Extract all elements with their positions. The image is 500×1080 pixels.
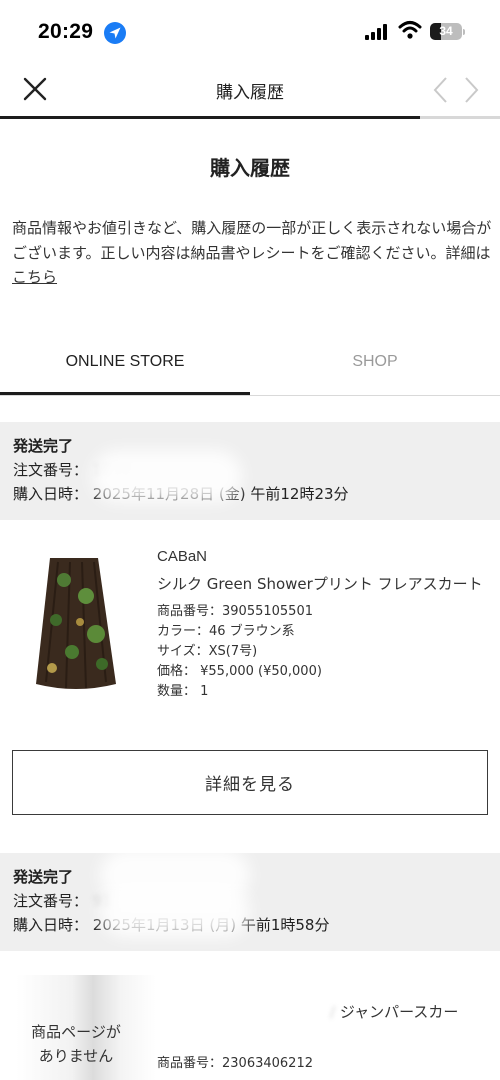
notice-link[interactable]: こちら [12,268,57,286]
battery-icon: 34 [430,23,462,40]
close-icon [23,77,47,101]
privacy-blur [92,450,242,502]
order-date-row: 購入日時： 2025年1月13日 (月) 午前1時58分 [13,913,487,937]
order-status: 発送完了 [13,868,74,886]
product-color: カラー：46 ブラウン系 [157,624,295,639]
order-number-row: 注文番号： 1030 [13,458,487,482]
product-sku: 商品番号：23063406212 [157,1056,313,1071]
order-date-label: 購入日時： [13,485,89,503]
order-date-label: 購入日時： [13,916,89,934]
product-size: サイズ：XS(7号) [157,644,258,659]
nav-forward-button[interactable] [460,74,482,106]
store-tabs: ONLINE STORE SHOP [0,334,500,396]
product-image[interactable] [36,556,116,694]
notice-body: 商品情報やお値引きなど、購入履歴の一部が正しく表示されない場合がございます。正し… [12,219,492,262]
product-specs: 商品番号：39055105501 カラー：46 ブラウン系 サイズ：XS(7号)… [157,602,487,702]
order-header: 発送完了 注文番号： 91 購入日時： 2025年1月13日 (月) 午前1時5… [0,849,500,951]
order-status: 発送完了 [13,437,74,455]
close-button[interactable] [18,72,52,106]
product-name[interactable]: / ジャンパースカー [330,1001,458,1022]
order-number-label: 注文番号： [13,461,89,479]
privacy-blur [100,885,250,937]
product-brand: CABaN [157,548,208,565]
product-sku: 商品番号：39055105501 [157,604,313,619]
product-quantity: 数量： 1 [157,684,209,699]
chevron-left-icon [433,77,447,103]
active-tab-indicator [0,392,250,395]
no-product-page-text: 商品ページが ありません [31,1023,121,1065]
product-name[interactable]: シルク Green Showerプリント フレアスカート [157,571,487,597]
tab-online-store[interactable]: ONLINE STORE [0,334,250,396]
product-info: CABaN シルク Green Showerプリント フレアスカート 商品番号：… [157,547,487,702]
order-number-row: 注文番号： 91 [13,889,487,913]
location-arrow-icon [104,22,126,44]
nav-title: 購入履歴 [216,83,284,103]
product-name-partial: ジャンパースカー [339,1003,459,1021]
battery-percent: 34 [439,24,453,38]
status-time: 20:29 [38,20,94,43]
order-date-row: 購入日時： 2025年11月28日 (金) 午前12時23分 [13,482,487,506]
page-load-progress-fill [0,116,420,119]
status-bar: 20:29 34 [0,0,500,62]
nav-bar: 購入履歴 [0,62,500,118]
view-details-button[interactable]: 詳細を見る [12,750,488,815]
notice-text: 商品情報やお値引きなど、購入履歴の一部が正しく表示されない場合がございます。正し… [12,216,492,290]
wifi-icon [398,20,422,40]
battery-tip [463,29,465,35]
page-load-progress [0,116,500,119]
order-number-label: 注文番号： [13,892,89,910]
product-price: 価格： ¥55,000 (¥50,000) [157,664,322,679]
tab-shop[interactable]: SHOP [250,334,500,396]
product-image-placeholder[interactable]: 商品ページが ありません [16,975,156,1080]
nav-back-button[interactable] [430,74,452,106]
cellular-signal-icon [365,24,391,40]
product-info: 商品番号：23063406212 [157,1054,487,1074]
page-title: 購入履歴 [210,156,290,180]
order-header: 発送完了 注文番号： 1030 購入日時： 2025年11月28日 (金) 午前… [0,422,500,520]
chevron-right-icon [465,77,479,103]
